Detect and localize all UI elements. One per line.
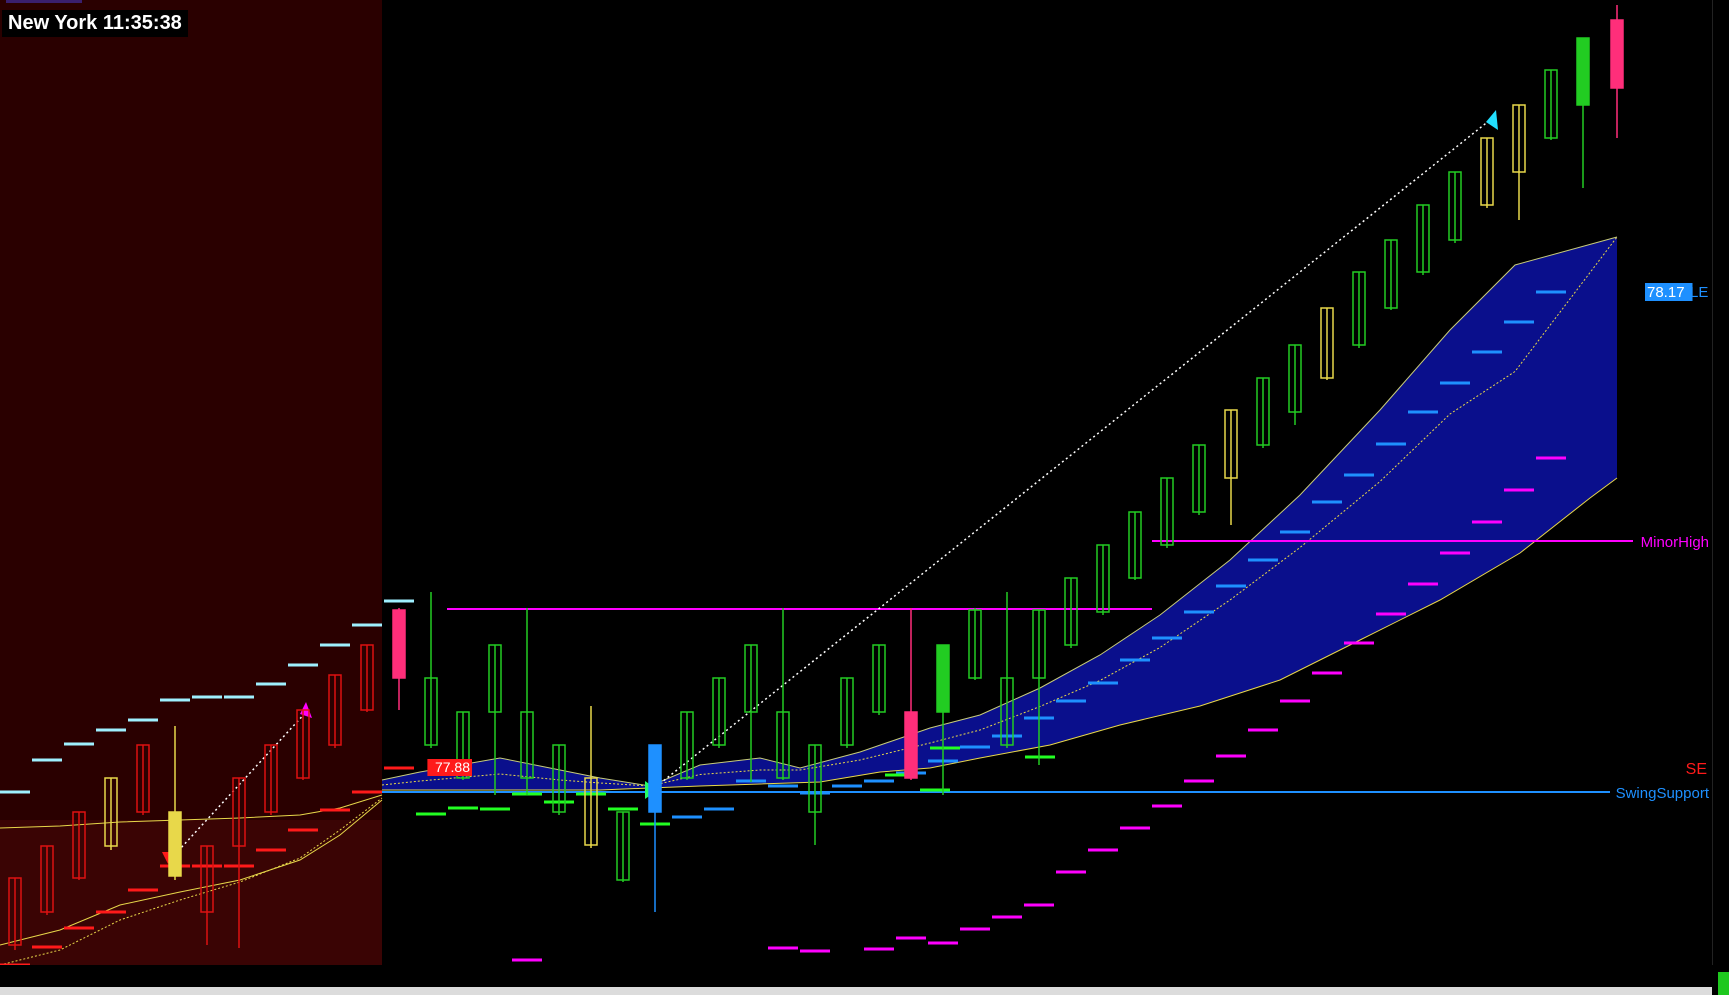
status-strip [0, 987, 1712, 995]
candle-body[interactable] [392, 609, 406, 679]
price-axis[interactable] [1712, 0, 1729, 965]
clock-accent [6, 0, 82, 3]
candle-body[interactable] [1576, 37, 1590, 106]
chart-root[interactable]: 77.8878.17LESEMinorHighSwingSupport77777… [0, 0, 1729, 995]
long-entry-price-tag: 78.17 [1647, 284, 1685, 301]
swing-support-label: SwingSupport [1616, 785, 1710, 802]
price-chart[interactable]: 77.8878.17LESEMinorHighSwingSupport77777… [0, 0, 1729, 995]
minor-high-label: MinorHigh [1641, 534, 1709, 551]
candle-body[interactable] [1610, 19, 1624, 89]
short-entry-price-tag: 77.88 [435, 759, 470, 775]
candle-body[interactable] [168, 811, 182, 877]
session-shade-lower [0, 820, 382, 965]
long-entry-label: LE [1690, 284, 1708, 301]
target-triangle-icon [1486, 110, 1498, 130]
short-entry-label: SE [1686, 761, 1707, 778]
candle-body[interactable] [648, 744, 662, 813]
ribbon-cloud [382, 237, 1617, 790]
status-indicator [1718, 972, 1729, 995]
clock-label: New York 11:35:38 [2, 10, 188, 37]
candle-body[interactable] [904, 711, 918, 779]
candle-body[interactable] [936, 644, 950, 713]
